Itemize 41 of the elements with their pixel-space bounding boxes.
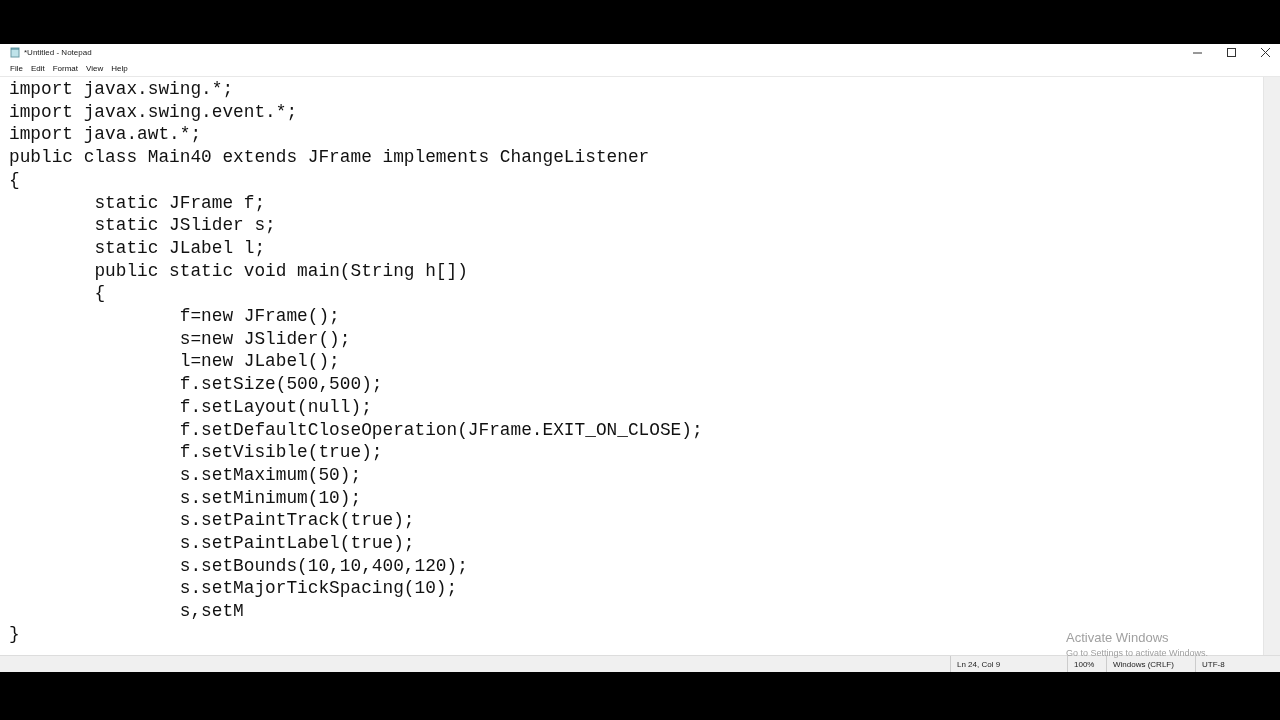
code-line: s.setPaintLabel(true); [178, 532, 415, 555]
menu-item[interactable]: Edit [26, 63, 49, 73]
code-line: f.setLayout(null); [178, 395, 372, 419]
menu-item[interactable]: Help [107, 63, 132, 73]
activation-message: Go to Settings to activate Windows. [1066, 648, 1209, 658]
code-line: import javax.swing.event.*; [9, 100, 298, 124]
code-line: l=new JLabel(); [178, 350, 340, 374]
code-line: public static void main(String h[]) [93, 259, 468, 283]
code-line: s.setMinimum(10); [178, 486, 362, 510]
code-line: s.setMaximum(50); [178, 463, 362, 487]
code-line: public class Main40 extends JFrame implements ChangeListener [9, 146, 650, 169]
activation-title: Activate Windows [1066, 630, 1169, 645]
code-line: { [9, 168, 20, 192]
code-line: f.setVisible(true); [178, 441, 383, 464]
notepad-icon [10, 46, 20, 58]
menu-item[interactable]: Format [48, 63, 83, 73]
code-line: f=new JFrame(); [178, 305, 340, 328]
code-line: static JFrame f; [93, 191, 266, 215]
scrollbar[interactable] [1263, 77, 1280, 655]
status-text: Ln 24, Col 9 [950, 656, 1067, 672]
status-text: UTF-8 [1195, 656, 1262, 672]
code-line: static JSlider s; [93, 214, 276, 237]
code-line: s.setBounds(10,10,400,120); [178, 554, 468, 578]
code-line: import javax.swing.*; [9, 78, 234, 101]
code-line: f.setDefaultCloseOperation(JFrame.EXIT_ON_CLOSE); [178, 418, 703, 442]
close-icon[interactable] [1260, 47, 1270, 57]
status-text: Windows (CRLF) [1106, 656, 1195, 672]
window-title: *Untitled - Notepad [24, 47, 92, 57]
menu-item[interactable]: View [82, 63, 108, 73]
maximize-icon[interactable] [1226, 47, 1236, 57]
status-text: 100% [1067, 656, 1106, 672]
code-line: import java.awt.*; [9, 123, 202, 147]
code-line: } [9, 622, 20, 646]
code-line: s.setMajorTickSpacing(10); [178, 577, 458, 601]
code-line: { [93, 282, 106, 306]
menu-item[interactable]: File [6, 63, 27, 73]
code-line: static JLabel l; [93, 236, 266, 260]
code-line: s.setPaintTrack(true); [178, 509, 415, 533]
code-line: s=new JSlider(); [178, 327, 351, 351]
code-line: f.setSize(500,500); [178, 373, 383, 396]
code-line: s,setM [178, 600, 244, 623]
